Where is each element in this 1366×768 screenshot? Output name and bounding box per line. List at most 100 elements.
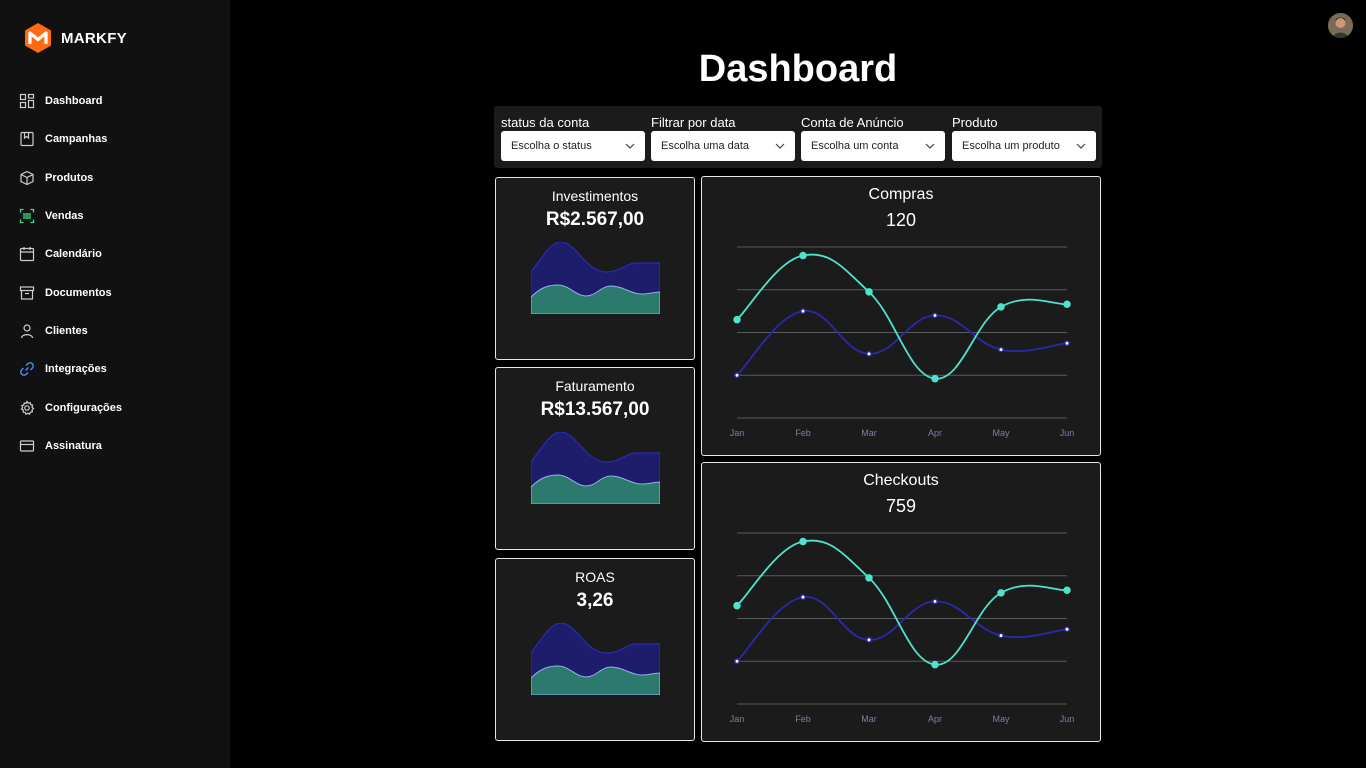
- filter-product: Produto Escolha um produto: [952, 115, 1096, 161]
- line-chart-compras: Jan Feb Mar Apr May Jun: [730, 246, 1075, 438]
- sidebar-item-assinatura[interactable]: Assinatura: [0, 427, 230, 465]
- x-tick-label: Jun: [1060, 714, 1075, 724]
- link-icon: [19, 361, 35, 377]
- filter-label: Produto: [952, 115, 998, 130]
- brand[interactable]: MARKFY: [23, 22, 127, 54]
- x-tick-label: Mar: [861, 428, 877, 438]
- filter-label: Conta de Anúncio: [801, 115, 904, 130]
- data-point[interactable]: [932, 312, 938, 319]
- bookmark-icon: [19, 131, 35, 147]
- data-point[interactable]: [866, 636, 872, 643]
- data-point[interactable]: [800, 308, 806, 315]
- sidebar: MARKFY Dashboard Campanhas Produtos Vend…: [0, 0, 230, 768]
- sidebar-item-label: Vendas: [45, 210, 84, 223]
- data-point[interactable]: [799, 251, 807, 260]
- filter-ad-account: Conta de Anúncio Escolha um conta: [801, 115, 945, 161]
- select-value: Escolha um conta: [811, 140, 899, 152]
- sidebar-item-produtos[interactable]: Produtos: [0, 159, 230, 197]
- line-chart-checkouts: Jan Feb Mar Apr May Jun: [730, 532, 1075, 724]
- sidebar-item-label: Calendário: [45, 248, 102, 261]
- sidebar-item-configuracoes[interactable]: Configurações: [0, 388, 230, 426]
- x-tick-label: Mar: [861, 714, 877, 724]
- x-tick-label: May: [992, 428, 1010, 438]
- filter-label: Filtrar por data: [651, 115, 736, 130]
- stat-title: Faturamento: [555, 378, 635, 394]
- sidebar-item-label: Campanhas: [45, 133, 108, 146]
- sidebar-item-documentos[interactable]: Documentos: [0, 273, 230, 311]
- data-point[interactable]: [931, 660, 939, 669]
- sidebar-item-vendas[interactable]: Vendas: [0, 197, 230, 235]
- gear-icon: [19, 399, 35, 416]
- grid-icon: [19, 93, 35, 109]
- data-point[interactable]: [932, 598, 938, 605]
- box-icon: [19, 170, 35, 186]
- chart-card-checkouts: Checkouts 759 Jan Feb Mar Apr May Jun: [701, 462, 1101, 742]
- stat-title: ROAS: [575, 569, 615, 585]
- sidebar-item-label: Clientes: [45, 324, 88, 337]
- data-point[interactable]: [734, 372, 740, 379]
- sidebar-item-label: Dashboard: [45, 95, 103, 108]
- select-value: Escolha um produto: [962, 140, 1060, 152]
- filter-bar: status da conta Escolha o status Filtrar…: [494, 106, 1102, 168]
- sparkline-chart: [531, 623, 660, 695]
- sidebar-item-label: Integrações: [45, 363, 107, 376]
- sidebar-item-label: Assinatura: [45, 439, 102, 452]
- status-select[interactable]: Escolha o status: [501, 131, 645, 161]
- sparkline-chart: [531, 242, 660, 314]
- data-point[interactable]: [799, 537, 807, 546]
- data-point[interactable]: [733, 315, 741, 324]
- stat-title: Investimentos: [551, 188, 639, 204]
- filter-status: status da conta Escolha o status: [501, 115, 645, 161]
- sidebar-item-label: Produtos: [45, 171, 94, 184]
- data-point[interactable]: [997, 589, 1005, 597]
- data-point[interactable]: [997, 303, 1005, 311]
- data-point[interactable]: [866, 350, 872, 357]
- calendar-icon: [19, 246, 35, 262]
- data-point[interactable]: [998, 346, 1004, 353]
- sidebar-item-label: Documentos: [45, 286, 112, 299]
- data-point[interactable]: [1064, 340, 1070, 347]
- date-select[interactable]: Escolha uma data: [651, 131, 795, 161]
- stat-card-roas: ROAS 3,26: [495, 558, 695, 741]
- sidebar-item-calendario[interactable]: Calendário: [0, 235, 230, 273]
- data-point[interactable]: [733, 601, 741, 610]
- data-point[interactable]: [800, 594, 806, 601]
- select-value: Escolha o status: [511, 140, 592, 152]
- avatar[interactable]: [1328, 13, 1353, 38]
- data-point[interactable]: [1063, 586, 1071, 595]
- x-tick-label: May: [992, 714, 1010, 724]
- stat-card-faturamento: Faturamento R$13.567,00: [495, 367, 695, 550]
- series-line: [736, 539, 1068, 666]
- brand-name: MARKFY: [61, 29, 127, 47]
- product-select[interactable]: Escolha um produto: [952, 131, 1096, 161]
- data-point[interactable]: [734, 658, 740, 665]
- stat-value: R$13.567,00: [540, 399, 650, 420]
- sidebar-item-clientes[interactable]: Clientes: [0, 312, 230, 350]
- sidebar-item-campanhas[interactable]: Campanhas: [0, 120, 230, 158]
- data-point[interactable]: [865, 288, 873, 296]
- x-tick-label: Apr: [928, 714, 942, 724]
- x-tick-label: Jan: [730, 714, 745, 724]
- sidebar-item-integracoes[interactable]: Integrações: [0, 350, 230, 388]
- filter-date: Filtrar por data Escolha uma data: [651, 115, 795, 161]
- data-point[interactable]: [998, 632, 1004, 639]
- x-tick-label: Jun: [1060, 428, 1075, 438]
- credit-card-icon: [19, 438, 35, 454]
- data-point[interactable]: [1063, 300, 1071, 309]
- sidebar-item-dashboard[interactable]: Dashboard: [0, 82, 230, 120]
- chevron-down-icon: [775, 143, 785, 149]
- series-line: [736, 253, 1068, 380]
- data-point[interactable]: [865, 574, 873, 582]
- data-point[interactable]: [931, 374, 939, 383]
- archive-icon: [19, 285, 35, 301]
- data-point[interactable]: [1064, 626, 1070, 633]
- stat-card-investimentos: Investimentos R$2.567,00: [495, 177, 695, 360]
- ad-account-select[interactable]: Escolha um conta: [801, 131, 945, 161]
- user-icon: [19, 323, 35, 339]
- chart-card-compras: Compras 120 Jan Feb Mar Apr May Jun: [701, 176, 1101, 456]
- user-photo-icon: [1328, 13, 1353, 38]
- page-title: Dashboard: [698, 48, 898, 90]
- barcode-scan-icon: [19, 208, 35, 224]
- sidebar-item-label: Configurações: [45, 401, 123, 414]
- stat-value: R$2.567,00: [545, 209, 645, 230]
